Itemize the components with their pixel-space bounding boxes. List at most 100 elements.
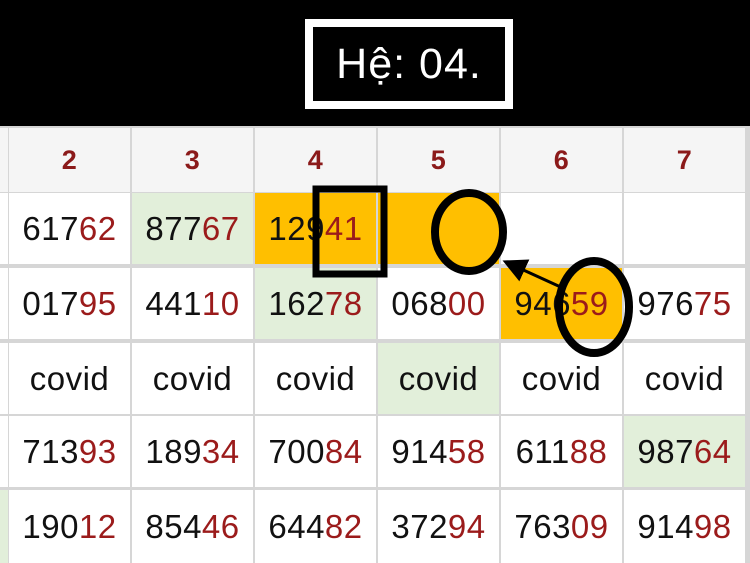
table-cell: covid	[624, 343, 745, 414]
cell-number-head: covid	[275, 359, 356, 397]
column-header: 4	[255, 128, 376, 192]
cell-number-head: 611	[515, 432, 570, 470]
cell-number-tail: 94	[447, 507, 486, 545]
cell-number-tail: 88	[569, 432, 608, 470]
table-cell: 441 10	[132, 268, 253, 339]
table-cell: 189 34	[132, 416, 253, 487]
cell-number-head: 946	[514, 284, 571, 322]
cell-number-head: 372	[391, 507, 448, 545]
cell-number-tail: 98	[693, 507, 732, 545]
cell-number-tail: 34	[201, 432, 240, 470]
column-header-label: 7	[676, 144, 693, 175]
cell-number-head: covid	[29, 359, 110, 397]
cell-number-tail: 75	[693, 284, 732, 322]
cell-number-head: 189	[145, 432, 202, 470]
column-header: 3	[132, 128, 253, 192]
row-edge-cell	[0, 268, 8, 339]
title-bar: Hệ: 04.	[0, 0, 750, 126]
table-cell: covid	[9, 343, 130, 414]
column-header-label: 4	[307, 144, 324, 175]
cell-number-tail: 59	[570, 284, 609, 322]
cell-number-head: 914	[391, 432, 448, 470]
table-cell: 162 78	[255, 268, 376, 339]
column-header-label: 6	[553, 144, 570, 175]
cell-number-tail: 00	[447, 284, 486, 322]
table-cell: 713 93	[9, 416, 130, 487]
cell-number-head: 129	[268, 209, 325, 247]
table-cell	[501, 193, 622, 264]
table-cell: 017 95	[9, 268, 130, 339]
cell-number-head: 068	[391, 284, 448, 322]
column-header: 2	[9, 128, 130, 192]
column-header-label: 2	[61, 144, 78, 175]
column-header-label: 3	[184, 144, 201, 175]
cell-number-head: covid	[152, 359, 233, 397]
cell-number-tail: 84	[324, 432, 363, 470]
table-cell: 763 09	[501, 490, 622, 563]
cell-number-head: 700	[268, 432, 325, 470]
cell-number-tail: 12	[78, 507, 117, 545]
table-cell: 068 00	[378, 268, 499, 339]
cell-number-head: 441	[145, 284, 202, 322]
cell-number-tail: 46	[201, 507, 240, 545]
table-cell: 877 67	[132, 193, 253, 264]
table-cell: 611 88	[501, 416, 622, 487]
column-header: 7	[624, 128, 745, 192]
cell-number-head: 914	[637, 507, 694, 545]
cell-number-tail: 58	[447, 432, 486, 470]
table-cell: 700 84	[255, 416, 376, 487]
table-cell	[624, 193, 745, 264]
cell-number-head: 976	[637, 284, 694, 322]
lottery-table: 2 3 4 5 6 7 617 62 877 67 129 41 017 95 441 10 162 78 068 0…	[0, 126, 750, 563]
table-cell: 129 41	[255, 193, 376, 264]
row-edge-cell	[0, 490, 8, 563]
table-cell: covid	[378, 343, 499, 414]
cell-number-tail: 62	[78, 209, 117, 247]
cell-number-head: 854	[145, 507, 202, 545]
cell-number-tail: 93	[78, 432, 117, 470]
table-cell: 914 58	[378, 416, 499, 487]
table-cell: 987 64	[624, 416, 745, 487]
table-cell: 644 82	[255, 490, 376, 563]
cell-number-tail: 82	[324, 507, 363, 545]
cell-number-tail: 95	[78, 284, 117, 322]
title-box: Hệ: 04.	[305, 19, 513, 109]
cell-number-head: covid	[398, 359, 479, 397]
cell-number-tail: 64	[693, 432, 732, 470]
row-edge-cell	[0, 193, 8, 264]
table-cell: 914 98	[624, 490, 745, 563]
cell-number-head: 190	[22, 507, 79, 545]
row-edge-cell	[0, 343, 8, 414]
table-cell: 617 62	[9, 193, 130, 264]
cell-number-tail: 09	[570, 507, 609, 545]
cell-number-head: 644	[268, 507, 325, 545]
table-cell: covid	[132, 343, 253, 414]
column-header-label: 5	[430, 144, 447, 175]
row-edge-cell	[0, 128, 8, 192]
column-header: 6	[501, 128, 622, 192]
cell-number-head: 162	[268, 284, 325, 322]
cell-number-head: 617	[22, 209, 79, 247]
row-edge-cell	[0, 416, 8, 487]
page-title: Hệ: 04.	[336, 39, 482, 88]
cell-number-head: 763	[514, 507, 571, 545]
cell-number-head: covid	[644, 359, 725, 397]
table-cell: 190 12	[9, 490, 130, 563]
table-cell: 976 75	[624, 268, 745, 339]
cell-number-head: 713	[22, 432, 79, 470]
column-header: 5	[378, 128, 499, 192]
table-cell: 372 94	[378, 490, 499, 563]
cell-number-tail: 10	[201, 284, 240, 322]
cell-number-tail: 67	[201, 209, 240, 247]
cell-number-tail: 78	[324, 284, 363, 322]
cell-number-head: covid	[521, 359, 602, 397]
table-cell: 946 59	[501, 268, 622, 339]
cell-number-tail: 41	[324, 209, 363, 247]
table-cell: covid	[255, 343, 376, 414]
cell-number-head: 017	[22, 284, 79, 322]
cell-number-head: 987	[637, 432, 694, 470]
table-cell	[378, 193, 499, 264]
table-cell: covid	[501, 343, 622, 414]
table-cell: 854 46	[132, 490, 253, 563]
cell-number-head: 877	[145, 209, 202, 247]
